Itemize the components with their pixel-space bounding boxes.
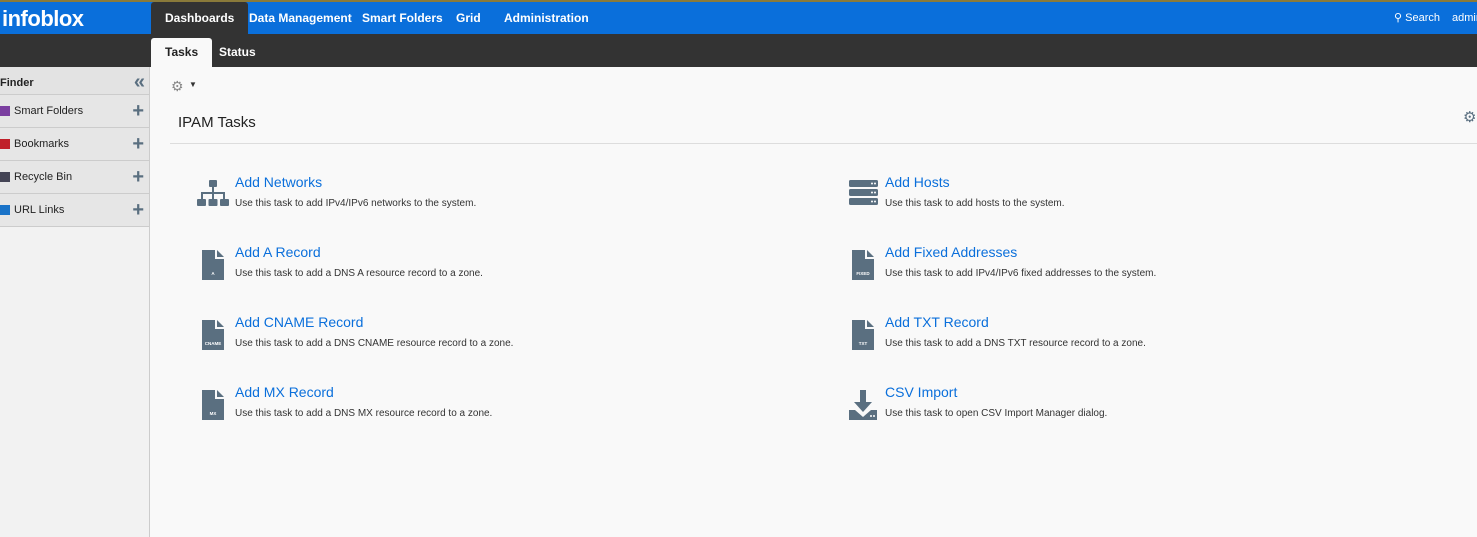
task-description: Use this task to add hosts to the system… [885,198,1065,209]
sub-tab-bar: Tasks Status [0,34,1477,67]
task-link[interactable]: Add CNAME Record [235,314,363,330]
search-icon: ⚲ [1394,12,1403,24]
gear-icon[interactable]: ⚙ [171,78,184,95]
sidebar-item-bookmarks[interactable]: Bookmarks + [0,128,149,161]
recycle-bin-icon [0,172,10,182]
user-menu[interactable]: admin [1452,2,1477,34]
sidebar-item-label: Bookmarks [14,138,70,150]
tab-status[interactable]: Status [205,38,270,67]
file-icon: A [197,250,229,284]
settings-gear-icon[interactable]: ⚙ [1463,108,1476,126]
url-links-icon [0,205,10,215]
icon-label: CNAME [204,341,222,346]
task-add-networks: Add Networks Use this task to add IPv4/IP… [197,174,757,226]
task-add-hosts: Add Hosts Use this task to add hosts to t… [847,174,1407,226]
task-add-txt-record: TXT Add TXT Record Use this task to add a … [847,314,1407,366]
nav-smart-folders[interactable]: Smart Folders [348,2,457,34]
download-icon [847,390,879,424]
task-add-mx-record: MX Add MX Record Use this task to add a DN… [197,384,757,436]
nav-dashboards[interactable]: Dashboards [151,2,249,34]
nav-data-management[interactable]: Data Management [235,2,366,34]
add-icon[interactable]: + [132,194,144,227]
top-nav-bar: infoblox Dashboards Data Management Smar… [0,0,1477,34]
add-icon[interactable]: + [132,161,144,194]
icon-label: FIXED [856,271,870,276]
add-icon[interactable]: + [132,95,144,128]
file-icon: MX [197,390,229,424]
nav-grid[interactable]: Grid [442,2,495,34]
sidebar-item-label: Recycle Bin [14,171,73,183]
finder-sidebar: Finder « Smart Folders + Bookmarks + Recycle … [0,67,150,537]
network-icon [197,180,229,214]
sidebar-item-smart-folders[interactable]: Smart Folders + [0,95,149,128]
file-icon: TXT [847,320,879,354]
task-description: Use this task to add IPv4/IPv6 networks … [235,198,477,209]
task-link[interactable]: Add Hosts [885,174,950,190]
page-title: IPAM Tasks [178,114,256,131]
task-description: Use this task to add a DNS A resource re… [235,268,483,279]
bookmarks-icon [0,139,10,149]
infoblox-logo: infoblox [2,6,84,31]
file-icon: FIXED [847,250,879,284]
nav-administration[interactable]: Administration [490,2,603,34]
task-link[interactable]: Add TXT Record [885,314,989,330]
icon-label: TXT [858,341,868,346]
task-description: Use this task to add a DNS MX resource r… [235,408,493,419]
icon-label: MX [209,411,217,416]
file-icon: CNAME [197,320,229,354]
divider [170,143,1477,144]
sidebar-item-label: URL Links [14,204,65,216]
icon-label: A [211,271,215,276]
task-link[interactable]: Add Networks [235,174,322,190]
task-description: Use this task to add a DNS TXT resource … [885,338,1146,349]
sidebar-item-recycle-bin[interactable]: Recycle Bin + [0,161,149,194]
task-description: Use this task to open CSV Import Manager… [885,408,1108,419]
server-icon [847,180,879,214]
task-description: Use this task to add IPv4/IPv6 fixed add… [885,268,1157,279]
task-csv-import: CSV Import Use this task to open CSV Impo… [847,384,1407,436]
task-link[interactable]: CSV Import [885,384,957,400]
task-link[interactable]: Add Fixed Addresses [885,244,1017,260]
task-link[interactable]: Add MX Record [235,384,334,400]
task-add-cname-record: CNAME Add CNAME Record Use this task to ad… [197,314,757,366]
tab-tasks[interactable]: Tasks [151,38,213,67]
task-add-fixed-addresses: FIXED Add Fixed Addresses Use this task to… [847,244,1407,296]
smart-folders-icon [0,106,10,116]
caret-down-icon[interactable]: ▼ [189,80,197,89]
search-button[interactable]: ⚲ Search [1394,2,1440,34]
task-description: Use this task to add a DNS CNAME resourc… [235,338,514,349]
finder-title: Finder [0,77,34,89]
sidebar-item-url-links[interactable]: URL Links + [0,194,149,227]
task-link[interactable]: Add A Record [235,244,321,260]
sidebar-item-label: Smart Folders [14,105,84,117]
task-add-a-record: A Add A Record Use this task to add a DNS … [197,244,757,296]
collapse-icon[interactable]: « [134,67,145,97]
add-icon[interactable]: + [132,128,144,161]
